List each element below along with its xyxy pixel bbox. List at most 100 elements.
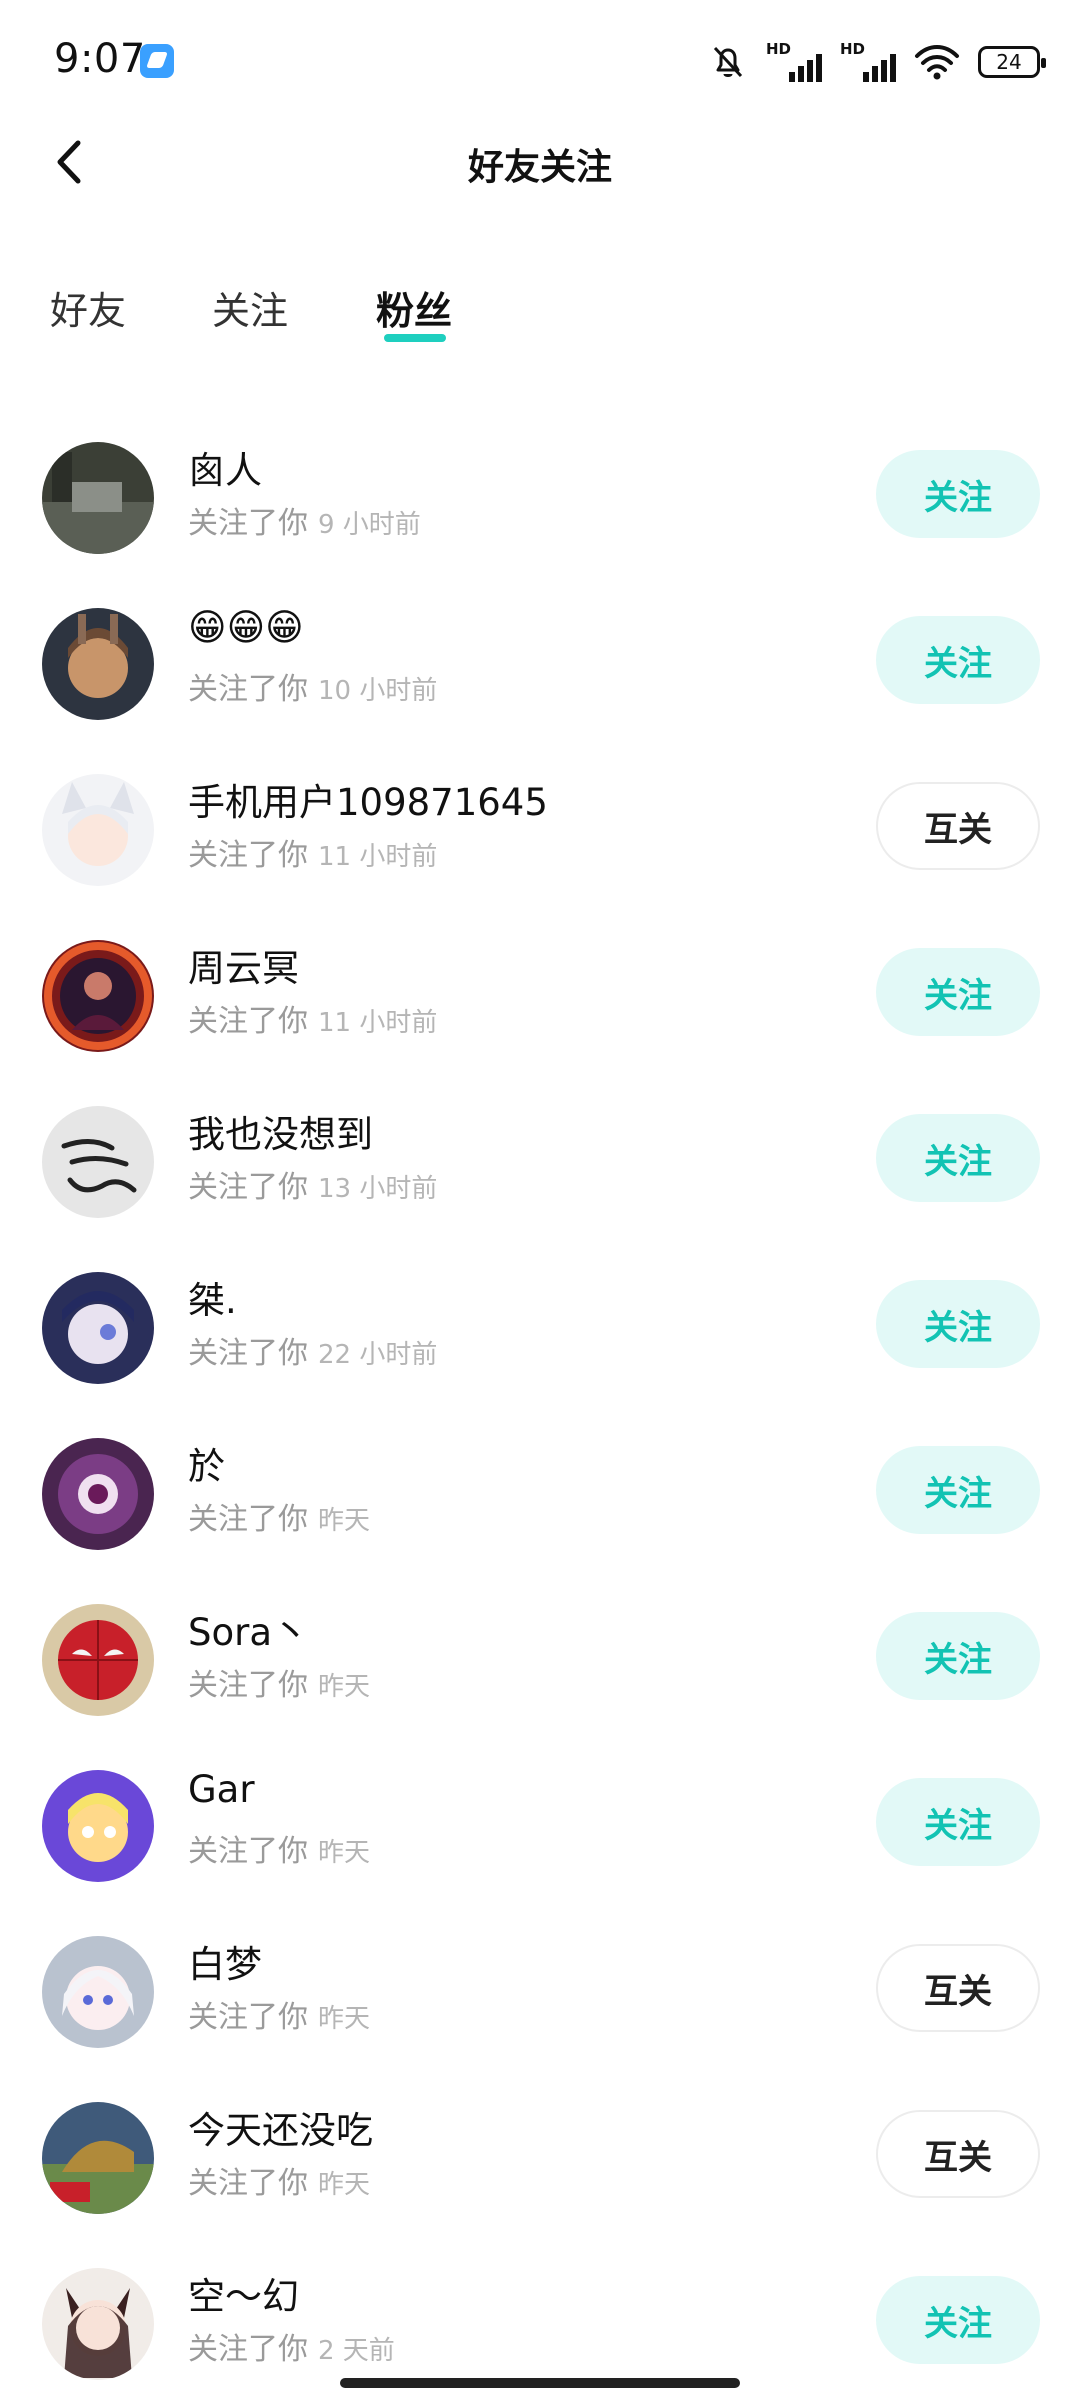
- list-item[interactable]: Gar 关注了你 昨天 关注: [0, 1756, 1080, 1922]
- list-item[interactable]: 手机用户109871645 关注了你 11 小时前 互关: [0, 760, 1080, 926]
- user-name: 我也没想到: [188, 1113, 373, 1156]
- follow-status: 关注了你: [188, 1170, 308, 1205]
- follow-time: 昨天: [318, 2004, 371, 2034]
- follow-status: 关注了你: [188, 1668, 308, 1703]
- list-item[interactable]: 😁😁😁 关注了你 10 小时前 关注: [0, 594, 1080, 760]
- list-item[interactable]: 今天还没吃 关注了你 昨天 互关: [0, 2088, 1080, 2254]
- hd-signal-icon: HD: [766, 40, 822, 84]
- user-name: 於: [188, 1445, 225, 1488]
- follow-button[interactable]: 关注: [876, 2276, 1040, 2364]
- follow-button[interactable]: 关注: [876, 1446, 1040, 1534]
- avatar[interactable]: [42, 1770, 154, 1882]
- follow-status: 关注了你: [188, 672, 308, 707]
- avatar[interactable]: [42, 2102, 154, 2214]
- mutual-follow-button[interactable]: 互关: [876, 782, 1040, 870]
- user-name: 白梦: [188, 1943, 262, 1986]
- list-item[interactable]: Sora丶 关注了你 昨天 关注: [0, 1590, 1080, 1756]
- wifi-icon: [915, 45, 959, 80]
- follow-status: 关注了你: [188, 1502, 308, 1537]
- status-time: 9:07: [54, 36, 146, 82]
- avatar[interactable]: [42, 1272, 154, 1384]
- app-badge-icon: [140, 44, 174, 78]
- follow-info: 关注了你 11 小时前: [188, 996, 437, 1040]
- follow-status: 关注了你: [188, 2166, 308, 2201]
- list-item[interactable]: 囪人 关注了你 9 小时前 关注: [0, 428, 1080, 594]
- follow-button[interactable]: 关注: [876, 948, 1040, 1036]
- avatar[interactable]: [42, 2268, 154, 2380]
- follow-info: 关注了你 11 小时前: [188, 830, 437, 874]
- follow-time: 昨天: [318, 1672, 371, 1702]
- follow-time: 11 小时前: [318, 842, 438, 872]
- user-name: 空～幻: [188, 2275, 299, 2318]
- header: 好友关注: [0, 110, 1080, 210]
- follow-info: 关注了你 昨天: [188, 1992, 370, 2036]
- list-item[interactable]: 我也没想到 关注了你 13 小时前 关注: [0, 1092, 1080, 1258]
- list-item[interactable]: 於 关注了你 昨天 关注: [0, 1424, 1080, 1590]
- hd-signal-icon: HD: [840, 40, 896, 84]
- follow-time: 昨天: [318, 2170, 371, 2200]
- status-bar: 9:07 HD HD 24: [0, 0, 1080, 120]
- follow-status: 关注了你: [188, 2332, 308, 2367]
- follow-info: 关注了你 10 小时前: [188, 664, 437, 708]
- follow-button[interactable]: 关注: [876, 616, 1040, 704]
- active-tab-indicator: [384, 334, 446, 342]
- mutual-follow-button[interactable]: 互关: [876, 2110, 1040, 2198]
- user-name: 今天还没吃: [188, 2109, 373, 2152]
- list-item[interactable]: 周云冥 关注了你 11 小时前 关注: [0, 926, 1080, 1092]
- tab-fans[interactable]: 粉丝: [376, 280, 452, 335]
- list-item[interactable]: 白梦 关注了你 昨天 互关: [0, 1922, 1080, 2088]
- follow-button[interactable]: 关注: [876, 1280, 1040, 1368]
- avatar[interactable]: [42, 1936, 154, 2048]
- user-name: 囪人: [188, 449, 262, 492]
- avatar[interactable]: [42, 442, 154, 554]
- follow-info: 关注了你 昨天: [188, 1826, 370, 1870]
- follow-status: 关注了你: [188, 1834, 308, 1869]
- follow-info: 关注了你 22 小时前: [188, 1328, 437, 1372]
- user-name: 手机用户109871645: [188, 781, 548, 824]
- bell-muted-icon: [713, 46, 743, 78]
- follow-time: 22 小时前: [318, 1340, 438, 1370]
- follow-time: 13 小时前: [318, 1174, 438, 1204]
- user-name: Gar: [188, 1768, 255, 1811]
- avatar[interactable]: [42, 1604, 154, 1716]
- follow-button[interactable]: 关注: [876, 1114, 1040, 1202]
- avatar[interactable]: [42, 774, 154, 886]
- follow-button[interactable]: 关注: [876, 1778, 1040, 1866]
- follow-time: 10 小时前: [318, 676, 438, 706]
- list-item[interactable]: 桀. 关注了你 22 小时前 关注: [0, 1258, 1080, 1424]
- follow-status: 关注了你: [188, 838, 308, 873]
- tab-following[interactable]: 关注: [212, 280, 288, 335]
- battery-level: 24: [996, 50, 1022, 74]
- follow-status: 关注了你: [188, 506, 308, 541]
- follow-info: 关注了你 13 小时前: [188, 1162, 437, 1206]
- avatar[interactable]: [42, 1106, 154, 1218]
- follow-time: 9 小时前: [318, 510, 421, 540]
- home-indicator[interactable]: [340, 2378, 740, 2388]
- user-name: Sora丶: [188, 1611, 310, 1654]
- follow-time: 昨天: [318, 1838, 371, 1868]
- follow-info: 关注了你 2 天前: [188, 2324, 395, 2368]
- follow-status: 关注了你: [188, 1336, 308, 1371]
- avatar[interactable]: [42, 940, 154, 1052]
- tab-bar: 好友 关注 粉丝: [0, 270, 1080, 350]
- battery-icon: 24: [978, 46, 1046, 78]
- follow-time: 2 天前: [318, 2336, 395, 2366]
- follow-info: 关注了你 昨天: [188, 1660, 370, 1704]
- follow-info: 关注了你 9 小时前: [188, 498, 421, 542]
- follow-info: 关注了你 昨天: [188, 1494, 370, 1538]
- avatar[interactable]: [42, 1438, 154, 1550]
- follow-status: 关注了你: [188, 1004, 308, 1039]
- user-name: 周云冥: [188, 947, 299, 990]
- tab-friends[interactable]: 好友: [50, 280, 126, 335]
- avatar[interactable]: [42, 608, 154, 720]
- mutual-follow-button[interactable]: 互关: [876, 1944, 1040, 2032]
- user-name: 桀.: [188, 1279, 237, 1322]
- follow-button[interactable]: 关注: [876, 450, 1040, 538]
- screen: 9:07 HD HD 24 好友关注 好友 关注 粉丝 囪人 关注了你 9 小时…: [0, 0, 1080, 2400]
- follow-info: 关注了你 昨天: [188, 2158, 370, 2202]
- status-icons: HD HD 24: [708, 40, 1046, 84]
- follow-time: 11 小时前: [318, 1008, 438, 1038]
- follow-time: 昨天: [318, 1506, 371, 1536]
- follow-button[interactable]: 关注: [876, 1612, 1040, 1700]
- page-title: 好友关注: [467, 147, 612, 188]
